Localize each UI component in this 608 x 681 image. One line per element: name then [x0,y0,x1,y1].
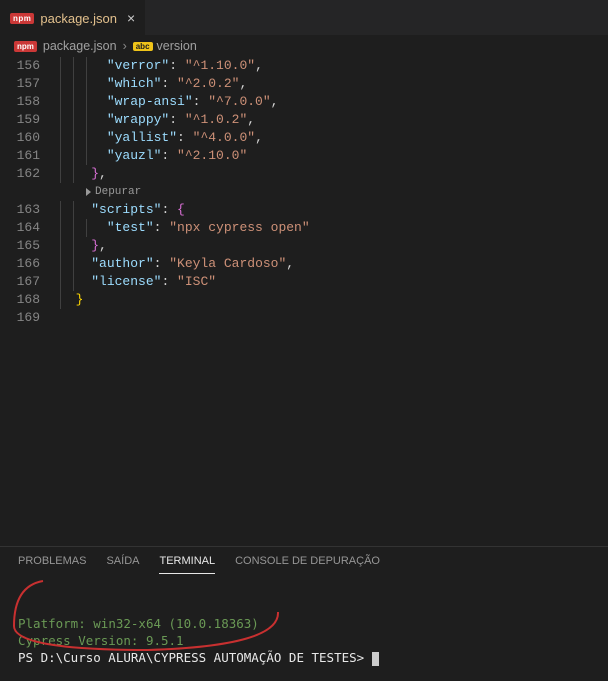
line-gutter: 156 157 158 159 160 161 162 163 164 165 … [0,57,58,546]
breadcrumb[interactable]: npm package.json › abc version [0,35,608,57]
tab-bar: npm package.json × [0,0,608,35]
tab-terminal[interactable]: TERMINAL [159,555,215,574]
editor-tab-package-json[interactable]: npm package.json × [0,0,145,35]
tab-problemas[interactable]: PROBLEMAS [18,555,86,574]
panel-tab-bar: PROBLEMAS SAÍDA TERMINAL CONSOLE DE DEPU… [0,547,608,574]
bottom-panel: PROBLEMAS SAÍDA TERMINAL CONSOLE DE DEPU… [0,546,608,681]
breadcrumb-symbol[interactable]: abc version [133,39,197,53]
terminal-content[interactable]: Platform: win32-x64 (10.0.18363) Cypress… [0,574,608,681]
chevron-right-icon: › [123,39,127,53]
cursor-icon [372,652,379,666]
close-icon[interactable]: × [127,10,135,26]
code-content[interactable]: "verror": "^1.10.0", "which": "^2.0.2", … [58,57,608,546]
breadcrumb-file[interactable]: package.json [43,39,117,53]
tab-console-depuracao[interactable]: CONSOLE DE DEPURAÇÃO [235,555,380,574]
npm-icon: npm [10,13,34,24]
terminal-blank [18,582,590,599]
tab-filename: package.json [40,11,117,26]
code-editor[interactable]: 156 157 158 159 160 161 162 163 164 165 … [0,57,608,546]
npm-icon: npm [14,41,37,52]
terminal-cypress-line: Cypress Version: 9.5.1 [18,633,590,650]
terminal-platform-line: Platform: win32-x64 (10.0.18363) [18,616,590,633]
codelens-depurar[interactable]: Depurar [60,183,608,201]
symbol-icon: abc [133,42,153,51]
terminal-blank [18,599,590,616]
tab-saida[interactable]: SAÍDA [106,555,139,574]
terminal-prompt[interactable]: PS D:\Curso ALURA\CYPRESS AUTOMAÇÃO DE T… [18,650,590,667]
